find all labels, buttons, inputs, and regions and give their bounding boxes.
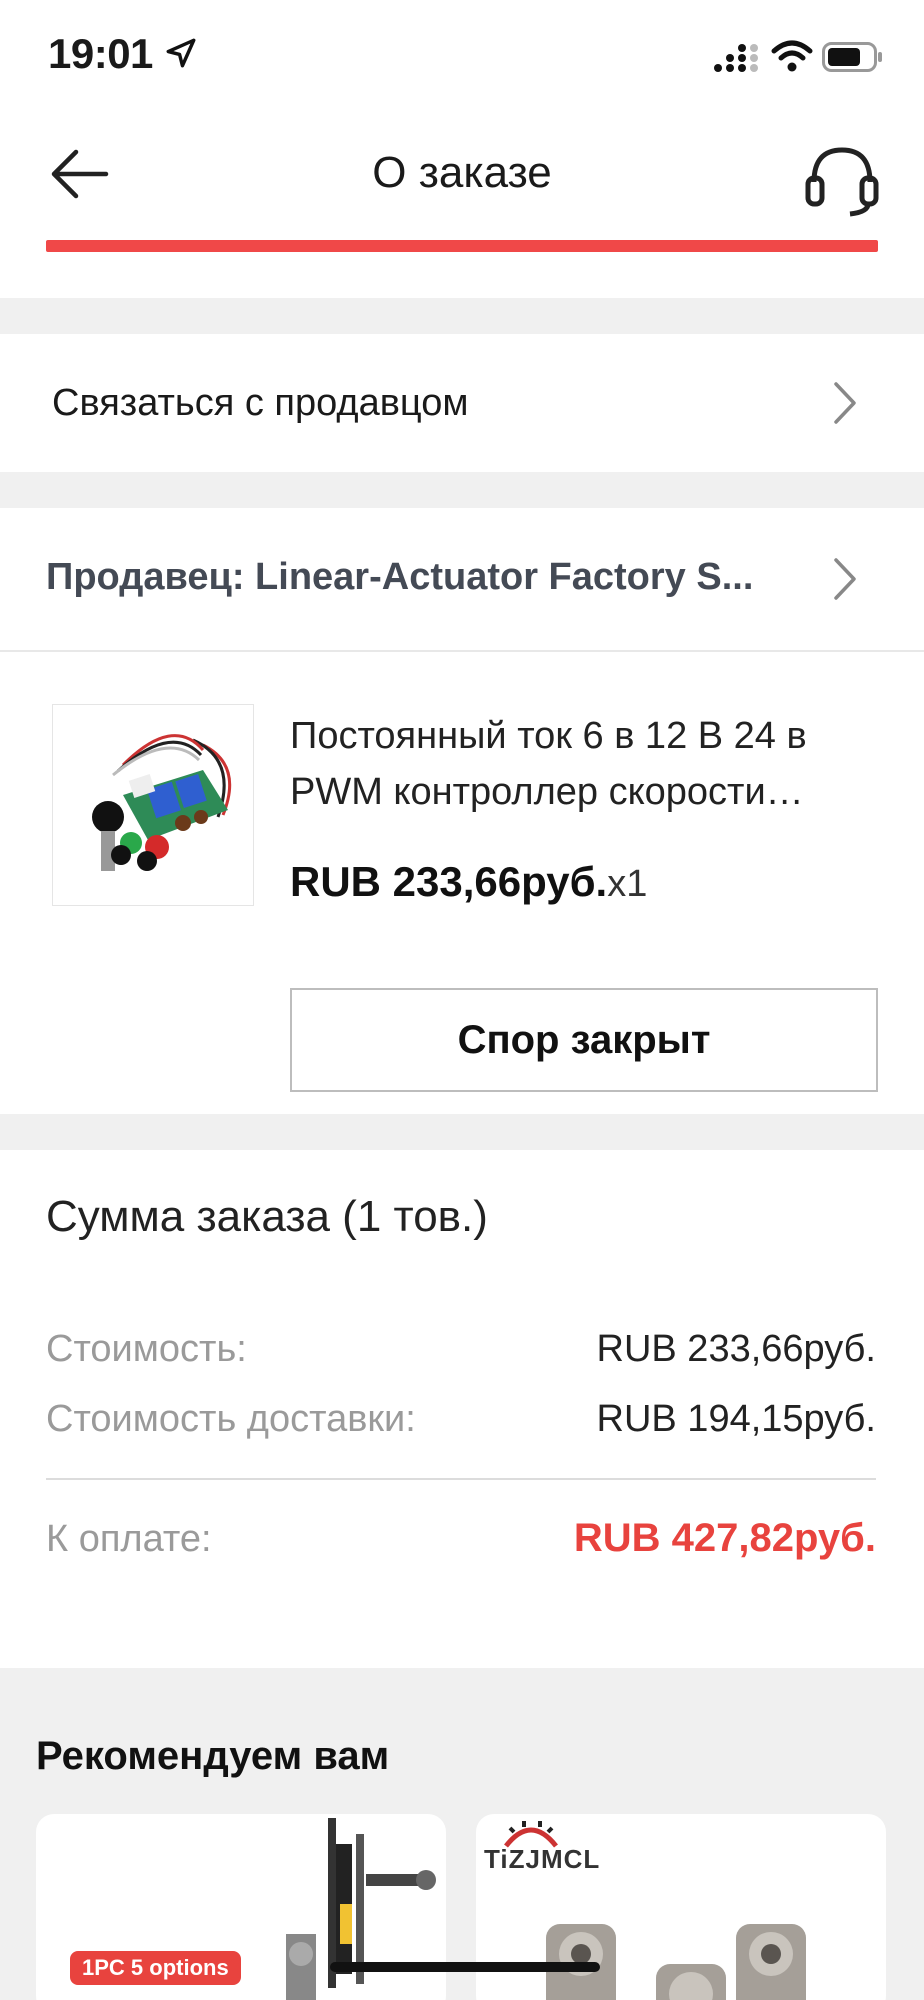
section-separator <box>0 298 924 334</box>
section-separator <box>0 472 924 508</box>
product-image[interactable] <box>52 704 254 906</box>
status-time: 19:01 <box>48 30 153 77</box>
cost-label: Стоимость: <box>46 1328 247 1370</box>
dispute-closed-button[interactable]: Спор закрыт <box>290 988 878 1092</box>
wifi-icon <box>771 40 813 72</box>
recommendation-card[interactable]: 1PC 5 options <box>36 1814 446 2000</box>
product-price: RUB 233,66руб.x1 <box>290 858 647 906</box>
shipping-cost-value: RUB 194,15руб. <box>596 1398 876 1440</box>
promo-badge: 1PC 5 options <box>70 1951 241 1985</box>
section-separator <box>0 1114 924 1150</box>
recommendations-title: Рекомендуем вам <box>36 1734 390 1778</box>
recommendation-card[interactable]: TiZJMCL <box>476 1814 886 2000</box>
product-quantity: x1 <box>607 863 648 905</box>
order-summary-title: Сумма заказа (1 тов.) <box>46 1192 488 1241</box>
chevron-right-icon <box>834 558 856 600</box>
total-value: RUB 427,82руб. <box>573 1516 876 1560</box>
chevron-right-icon <box>834 382 856 424</box>
product-title[interactable]: Постоянный ток 6 в 12 В 24 в PWM контрол… <box>290 708 890 820</box>
divider <box>0 650 924 652</box>
battery-icon <box>822 42 882 72</box>
product-price-value: RUB 233,66руб. <box>290 858 608 905</box>
product-thumbnail <box>546 1924 806 2000</box>
contact-seller-row[interactable]: Связаться с продавцом <box>0 334 924 472</box>
divider <box>46 1478 876 1480</box>
contact-seller-label: Связаться с продавцом <box>52 382 469 424</box>
total-label: К оплате: <box>46 1518 212 1560</box>
cost-value: RUB 233,66руб. <box>596 1328 876 1370</box>
cellular-signal-icon <box>714 44 758 72</box>
page-title: О заказе <box>372 148 552 197</box>
header-accent-bar <box>46 240 878 252</box>
headset-icon[interactable] <box>800 142 884 220</box>
shipping-cost-label: Стоимость доставки: <box>46 1398 416 1440</box>
seller-name[interactable]: Продавец: Linear-Actuator Factory S... <box>46 556 753 599</box>
home-indicator[interactable] <box>330 1962 600 1972</box>
location-arrow-icon <box>166 38 196 68</box>
